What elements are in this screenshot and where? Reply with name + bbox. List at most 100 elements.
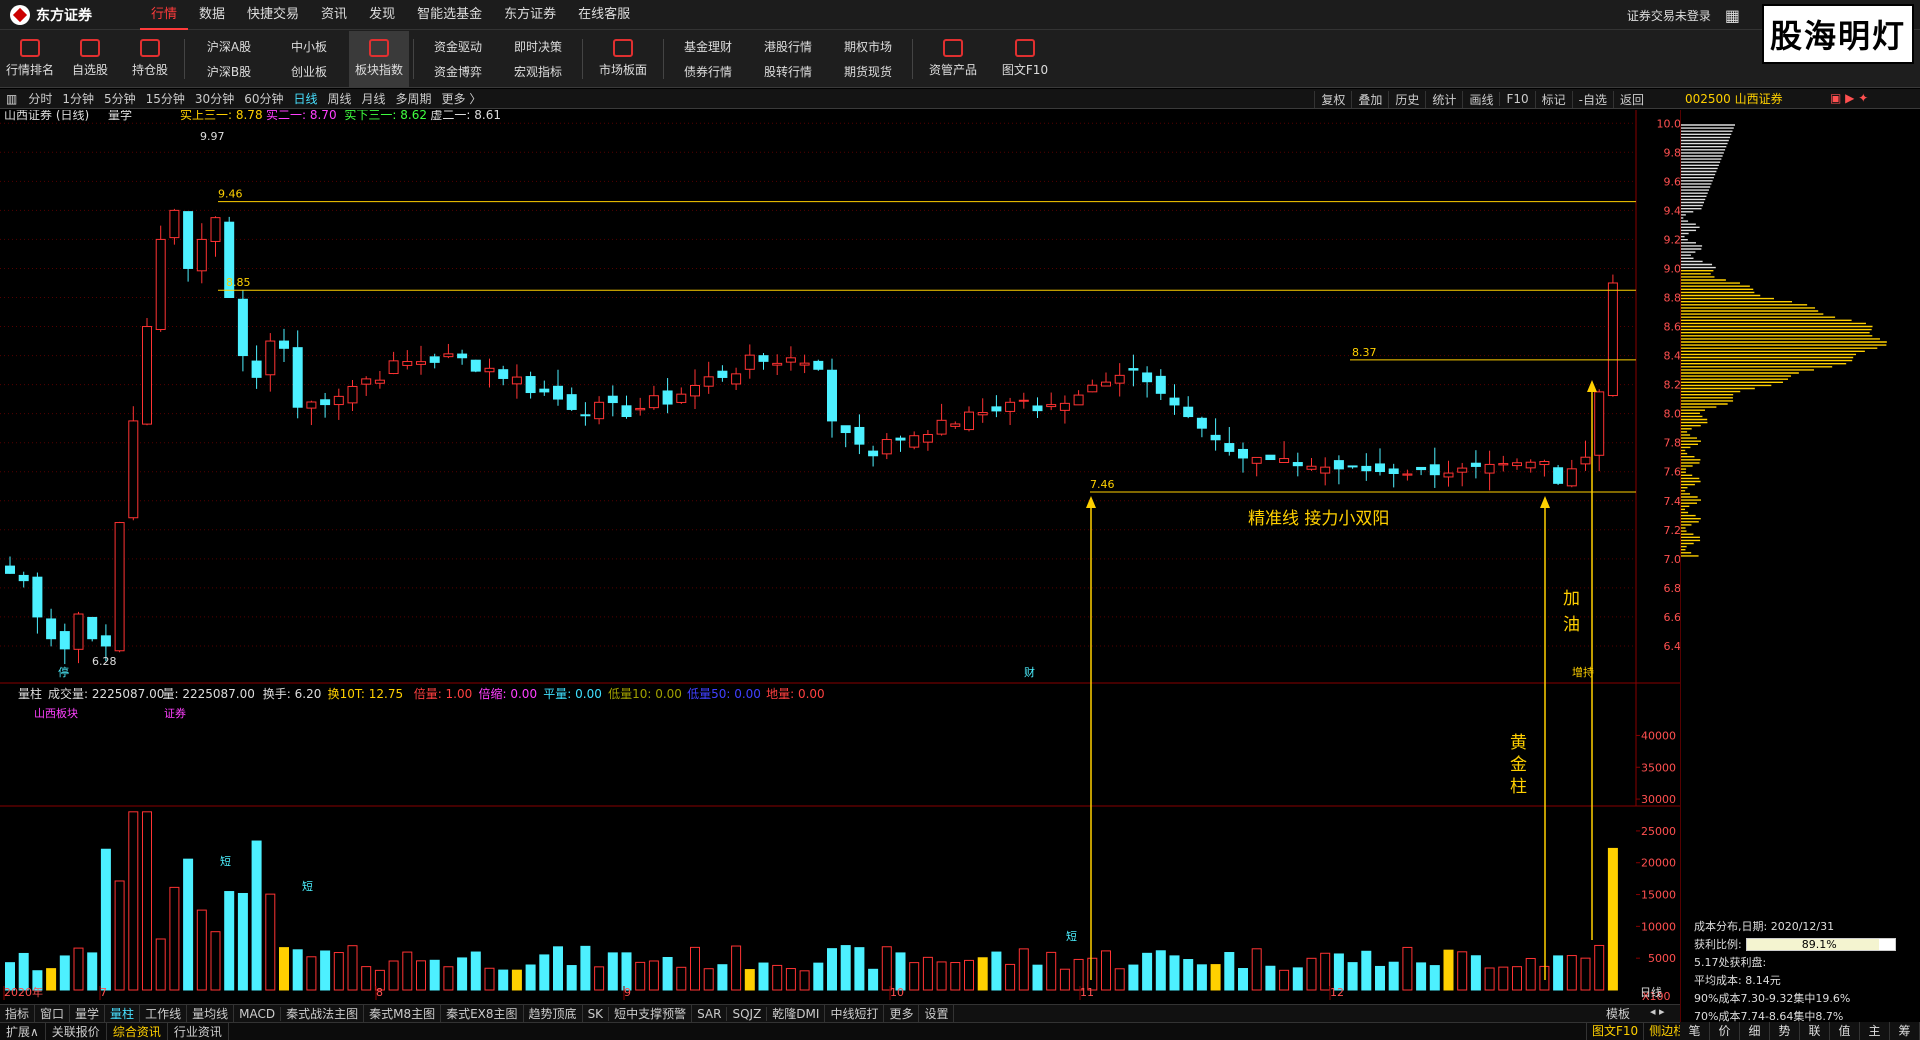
chart-tool[interactable]: 叠加: [1351, 90, 1388, 108]
period-tab[interactable]: 30分钟: [190, 90, 239, 107]
menu-item[interactable]: 行情: [140, 0, 189, 30]
candle-body: [703, 376, 714, 387]
toolbar-link[interactable]: 基金理财: [684, 38, 732, 55]
indicator-tab[interactable]: SQJZ: [727, 1006, 768, 1021]
right-tab[interactable]: 筹: [1890, 1022, 1920, 1040]
status-right-tab[interactable]: 图文F10: [1586, 1022, 1643, 1040]
toolbar-link[interactable]: 港股行情: [764, 38, 812, 55]
toolbar-link[interactable]: 资金驱动: [434, 38, 482, 55]
period-tab[interactable]: 1分钟: [57, 90, 99, 107]
menu-item[interactable]: 智能选基金: [406, 0, 493, 30]
chart-tool[interactable]: 画线: [1462, 90, 1499, 108]
status-tab[interactable]: 行业资讯: [168, 1023, 229, 1040]
indicator-tab[interactable]: 趋势顶底: [524, 1005, 583, 1022]
chart-tool[interactable]: 复权: [1314, 90, 1351, 108]
candle-body: [1279, 458, 1290, 464]
status-tab[interactable]: 关联报价: [46, 1023, 107, 1040]
period-tab[interactable]: 月线: [357, 90, 391, 107]
status-tab[interactable]: 综合资讯: [107, 1023, 168, 1040]
chart-tool[interactable]: 历史: [1388, 90, 1425, 108]
toolbar-link[interactable]: 创业板: [291, 63, 327, 80]
toolbar-link[interactable]: 资金博弈: [434, 63, 482, 80]
period-tab[interactable]: 日线: [288, 90, 322, 107]
grid-menu-icon[interactable]: ▦: [1725, 6, 1740, 25]
toolbar-button[interactable]: 自选股: [60, 31, 120, 87]
period-tab[interactable]: 15分钟: [141, 90, 190, 107]
period-tab[interactable]: 周线: [323, 90, 357, 107]
volume-bar: [1292, 967, 1303, 991]
indicator-tab[interactable]: 短中支撑预警: [609, 1005, 693, 1022]
right-tab[interactable]: 联: [1800, 1022, 1830, 1040]
indicator-tab[interactable]: 中线短打: [825, 1005, 885, 1022]
toolbar-link[interactable]: 沪深B股: [207, 63, 251, 80]
menu-item[interactable]: 数据: [188, 0, 236, 30]
menu-item[interactable]: 东方证券: [493, 0, 567, 30]
toolbar-button[interactable]: 行情排名: [0, 31, 60, 87]
toolbar-link[interactable]: 股转行情: [764, 63, 812, 80]
period-tab[interactable]: 多周期: [391, 90, 437, 107]
volume-bar: [1429, 965, 1440, 991]
menu-item[interactable]: 发现: [358, 0, 406, 30]
toolbar-link[interactable]: 债券行情: [684, 63, 732, 80]
indicator-tab[interactable]: 秦式战法主图: [281, 1005, 365, 1022]
status-tab[interactable]: 扩展∧: [0, 1023, 46, 1040]
right-tab[interactable]: 价: [1710, 1022, 1740, 1040]
indicator-tab[interactable]: 指标: [0, 1005, 36, 1022]
right-tab[interactable]: 主: [1860, 1022, 1890, 1040]
chart-header: 山西证券 (日线) 量学 实上三一: 8.78 实二一: 8.70 实下三一: 8.62…: [4, 110, 501, 122]
indicator-tab[interactable]: 秦式EX8主图: [441, 1005, 524, 1022]
indicator-tab[interactable]: 量柱: [105, 1005, 141, 1022]
indicator-tab[interactable]: 工作线: [140, 1005, 188, 1022]
indicator-tab[interactable]: 乾隆DMI: [767, 1005, 826, 1022]
right-tab[interactable]: 势: [1770, 1022, 1800, 1040]
divider: [663, 38, 664, 79]
scroll-left-icon[interactable]: ◂ ▸: [1650, 1005, 1665, 1018]
candle-body: [1169, 397, 1180, 406]
toolbar-link[interactable]: 期货现货: [844, 63, 892, 80]
period-tab[interactable]: 分时: [23, 90, 57, 107]
indicator-tab[interactable]: 更多: [884, 1005, 920, 1022]
toolbar-button[interactable]: 持仓股: [120, 31, 180, 87]
toolbar-link[interactable]: 中小板: [291, 38, 327, 55]
chart-icons[interactable]: ▣ ▶ ✦: [1830, 91, 1868, 105]
menu-item[interactable]: 快捷交易: [236, 0, 310, 30]
period-tab[interactable]: 5分钟: [99, 90, 141, 107]
period-tab[interactable]: 60分钟: [239, 90, 288, 107]
template-button[interactable]: 模板: [1606, 1005, 1630, 1022]
chart-tool[interactable]: 返回: [1612, 90, 1650, 108]
indicator-tab[interactable]: 秦式M8主图: [364, 1005, 442, 1022]
chart-tool[interactable]: -自选: [1571, 90, 1613, 108]
indicator-tab[interactable]: 设置: [919, 1005, 955, 1022]
right-tab[interactable]: 细: [1740, 1022, 1770, 1040]
toolbar-link[interactable]: 沪深A股: [207, 38, 251, 55]
indicator-tab[interactable]: SAR: [692, 1006, 728, 1021]
volume-bar: [251, 840, 262, 991]
right-tab[interactable]: 笔: [1680, 1022, 1710, 1040]
f10-button[interactable]: 图文F10: [989, 31, 1061, 87]
menu-item[interactable]: 资讯: [310, 0, 358, 30]
chart-tool[interactable]: F10: [1499, 92, 1534, 106]
login-status[interactable]: 证券交易未登录: [1627, 7, 1711, 24]
sector-index-button[interactable]: 板块指数: [349, 30, 409, 87]
volume-bar: [840, 945, 851, 991]
layout-icon[interactable]: ▥: [0, 92, 23, 106]
indicator-tab[interactable]: MACD: [234, 1006, 282, 1021]
toolbar-link[interactable]: 期权市场: [844, 38, 892, 55]
period-tab[interactable]: 更多 〉: [437, 90, 487, 107]
toolbar-link[interactable]: 宏观指标: [514, 63, 562, 80]
chart-tool[interactable]: 标记: [1534, 90, 1572, 108]
toolbar-link[interactable]: 即时决策: [514, 38, 562, 55]
volume-bar: [388, 960, 399, 991]
divider: [184, 38, 185, 79]
indicator-tab[interactable]: 量学: [70, 1005, 106, 1022]
chart-tool[interactable]: 统计: [1425, 90, 1462, 108]
indicator-tab[interactable]: 窗口: [35, 1005, 71, 1022]
asset-product-button[interactable]: 资管产品: [917, 31, 989, 87]
right-tab[interactable]: 值: [1830, 1022, 1860, 1040]
indicator-tab[interactable]: SK: [583, 1006, 610, 1021]
candle-body: [1101, 381, 1111, 387]
menu-item[interactable]: 在线客服: [567, 0, 641, 30]
indicator-tab[interactable]: 量均线: [187, 1005, 235, 1022]
market-board-button[interactable]: 市场板面: [587, 31, 659, 87]
candle-body: [183, 211, 194, 269]
